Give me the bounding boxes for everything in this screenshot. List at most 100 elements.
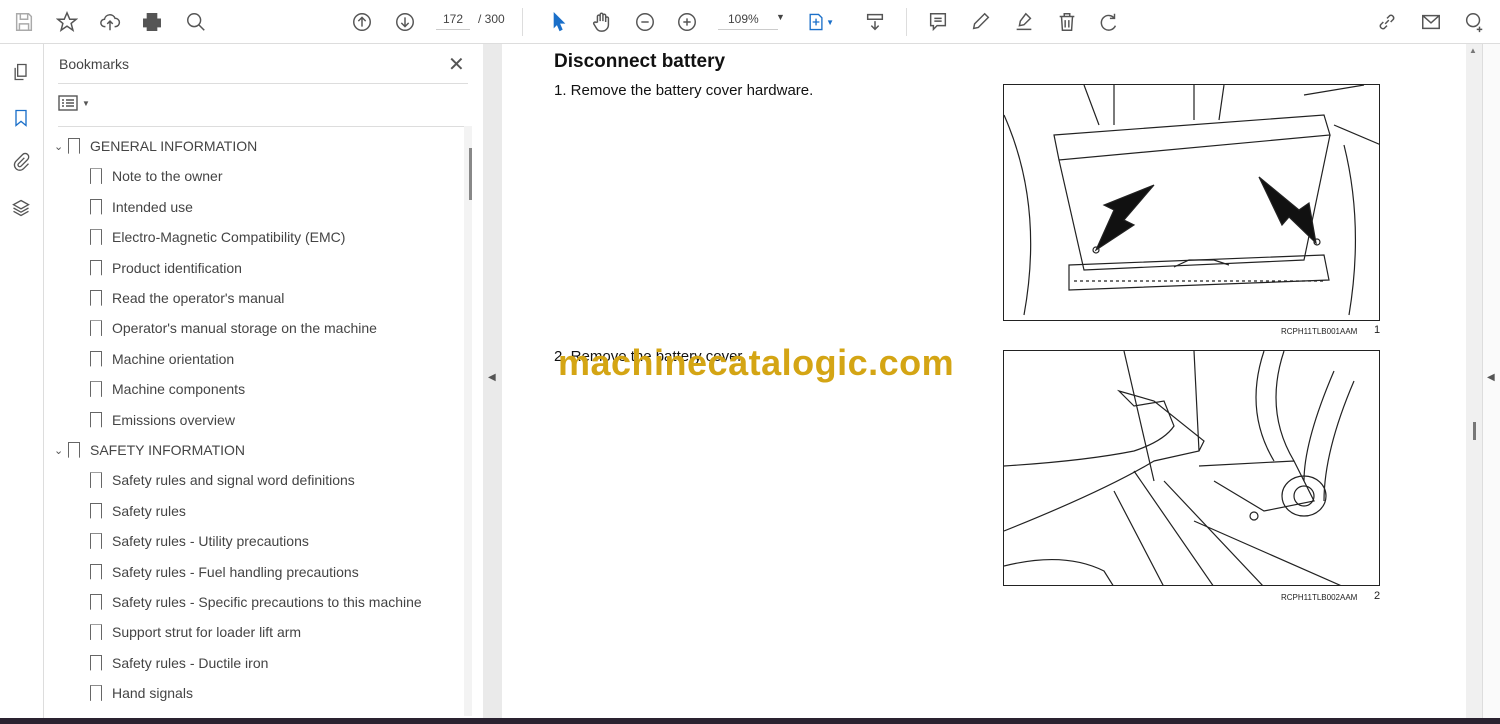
share-link-icon[interactable] [1373, 8, 1401, 36]
zoom-level-select[interactable]: 109% ▼ [718, 12, 785, 30]
save-icon[interactable] [10, 8, 38, 36]
bookmark-section[interactable]: ⌄ GENERAL INFORMATION [54, 135, 257, 157]
bookmark-options-button[interactable]: ▼ [58, 92, 92, 114]
page-fit-icon[interactable]: ▼ [806, 8, 834, 36]
bookmark-label: Support strut for loader lift arm [112, 624, 302, 641]
scroll-mode-icon[interactable] [861, 8, 889, 36]
list-options-icon [58, 95, 78, 111]
bookmark-item[interactable]: Electro-Magnetic Compatibility (EMC) [90, 226, 345, 248]
expand-panel-icon[interactable]: ◀ [1487, 372, 1495, 383]
bookmark-icon [90, 381, 102, 398]
bookmark-icon [90, 350, 102, 367]
attachments-icon[interactable] [9, 150, 33, 174]
bookmark-item[interactable]: Support strut for loader lift arm [90, 621, 301, 643]
hand-tool-icon[interactable] [588, 8, 616, 36]
bookmark-label: Safety rules and signal word definitions [112, 472, 355, 489]
bookmark-item[interactable]: Safety rules [90, 500, 186, 522]
bookmarks-icon[interactable] [9, 106, 33, 130]
cloud-upload-icon[interactable] [96, 8, 124, 36]
bookmark-icon [90, 168, 102, 185]
bookmark-label: Safety rules [112, 502, 186, 519]
right-panel-toggle[interactable]: ◀ [1482, 44, 1500, 718]
bookmarks-scroll-thumb[interactable] [469, 148, 472, 200]
bookmark-item[interactable]: Product identification [90, 257, 242, 279]
bookmark-icon [90, 654, 102, 671]
add-user-icon[interactable] [1460, 8, 1488, 36]
bookmark-label: Safety rules - Specific precautions to t… [112, 594, 422, 610]
search-zoom-icon[interactable] [182, 8, 210, 36]
page-total: / 300 [478, 12, 505, 26]
bookmark-label: Safety rules - Utility precautions [112, 533, 309, 550]
bookmark-section[interactable]: ⌄ SAFETY INFORMATION [54, 439, 245, 461]
bookmark-icon [90, 624, 102, 641]
page-thumbnails-icon[interactable] [9, 60, 33, 84]
bookmark-item[interactable]: Safety rules - Utility precautions [90, 530, 309, 552]
chevron-down-icon[interactable]: ⌄ [54, 140, 68, 153]
figure-1-code: RCPH11TLB001AAM [1281, 327, 1358, 336]
previous-page-icon[interactable] [348, 8, 376, 36]
bookmark-label: Hand signals [112, 685, 193, 702]
star-icon[interactable] [53, 8, 81, 36]
panel-splitter[interactable]: ◀ [483, 44, 502, 718]
bookmark-item[interactable]: Hand signals [90, 682, 193, 704]
zoom-level: 109% [728, 12, 759, 26]
close-icon[interactable]: ✕ [448, 52, 465, 77]
page-number-input[interactable]: 172 [436, 12, 470, 30]
layers-icon[interactable] [9, 196, 33, 220]
chevron-down-icon: ▼ [776, 12, 785, 22]
bookmark-icon [90, 472, 102, 489]
select-cursor-icon[interactable] [545, 8, 573, 36]
bookmark-icon [90, 594, 102, 610]
document-scrollbar[interactable]: ▲ [1466, 44, 1482, 718]
bookmark-label: Read the operator's manual [112, 290, 285, 306]
document-scroll-thumb[interactable] [1473, 422, 1476, 440]
next-page-icon[interactable] [391, 8, 419, 36]
bookmarks-scrollbar[interactable] [464, 126, 472, 716]
rotate-icon[interactable] [1095, 8, 1123, 36]
comment-icon[interactable] [924, 8, 952, 36]
print-icon[interactable] [138, 8, 166, 36]
left-tool-rail [0, 44, 44, 718]
bookmark-item[interactable]: Safety rules - Ductile iron [90, 652, 268, 674]
taskbar-edge [0, 718, 1500, 724]
bookmark-icon [90, 290, 102, 306]
bookmarks-title: Bookmarks [59, 56, 130, 72]
bookmark-label: Electro-Magnetic Compatibility (EMC) [112, 229, 346, 246]
bookmark-item[interactable]: Safety rules and signal word definitions [90, 469, 355, 491]
step-1: 1. Remove the battery cover hardware. [554, 82, 814, 99]
highlight-pen-icon[interactable] [967, 8, 995, 36]
bookmark-item[interactable]: Intended use [90, 196, 193, 218]
bookmark-item[interactable]: Operator's manual storage on the machine [90, 317, 377, 339]
divider [58, 126, 468, 127]
bookmark-item[interactable]: Note to the owner [90, 165, 223, 187]
bookmark-icon [90, 229, 102, 246]
email-icon[interactable] [1417, 8, 1445, 36]
figure-2-illustration [1003, 350, 1380, 586]
scroll-up-icon[interactable]: ▲ [1469, 46, 1477, 55]
sign-pen-icon[interactable] [1010, 8, 1038, 36]
bookmark-label: Operator's manual storage on the machine [112, 320, 377, 337]
bookmark-label: Note to the owner [112, 168, 223, 185]
bookmark-item[interactable]: Safety rules - Specific precautions to t… [90, 591, 422, 613]
zoom-in-icon[interactable] [673, 8, 701, 36]
bookmark-item[interactable]: Machine orientation [90, 348, 234, 370]
bookmark-item[interactable]: Emissions overview [90, 409, 235, 431]
collapse-panel-icon[interactable]: ◀ [488, 372, 496, 383]
bookmark-label: Intended use [112, 198, 193, 215]
bookmark-icon [90, 411, 102, 428]
bookmark-label: Safety rules - Fuel handling precautions [112, 563, 359, 580]
bookmark-label: SAFETY INFORMATION [90, 442, 246, 458]
bookmark-icon [90, 502, 102, 519]
bookmark-item[interactable]: Read the operator's manual [90, 287, 284, 309]
bookmarks-panel: Bookmarks ✕ ▼ ⌄ GENERAL INFORMATION Note t… [44, 44, 483, 718]
bookmark-icon [90, 563, 102, 580]
chevron-down-icon[interactable]: ⌄ [54, 444, 68, 457]
bookmark-icon [90, 533, 102, 550]
bookmark-item[interactable]: Machine components [90, 378, 245, 400]
delete-icon[interactable] [1053, 8, 1081, 36]
section-heading: Disconnect battery [554, 51, 726, 72]
zoom-out-icon[interactable] [631, 8, 659, 36]
bookmark-item[interactable]: Safety rules - Fuel handling precautions [90, 561, 359, 583]
figure-2-code: RCPH11TLB002AAM [1281, 593, 1358, 602]
bookmark-label: GENERAL INFORMATION [90, 138, 258, 154]
